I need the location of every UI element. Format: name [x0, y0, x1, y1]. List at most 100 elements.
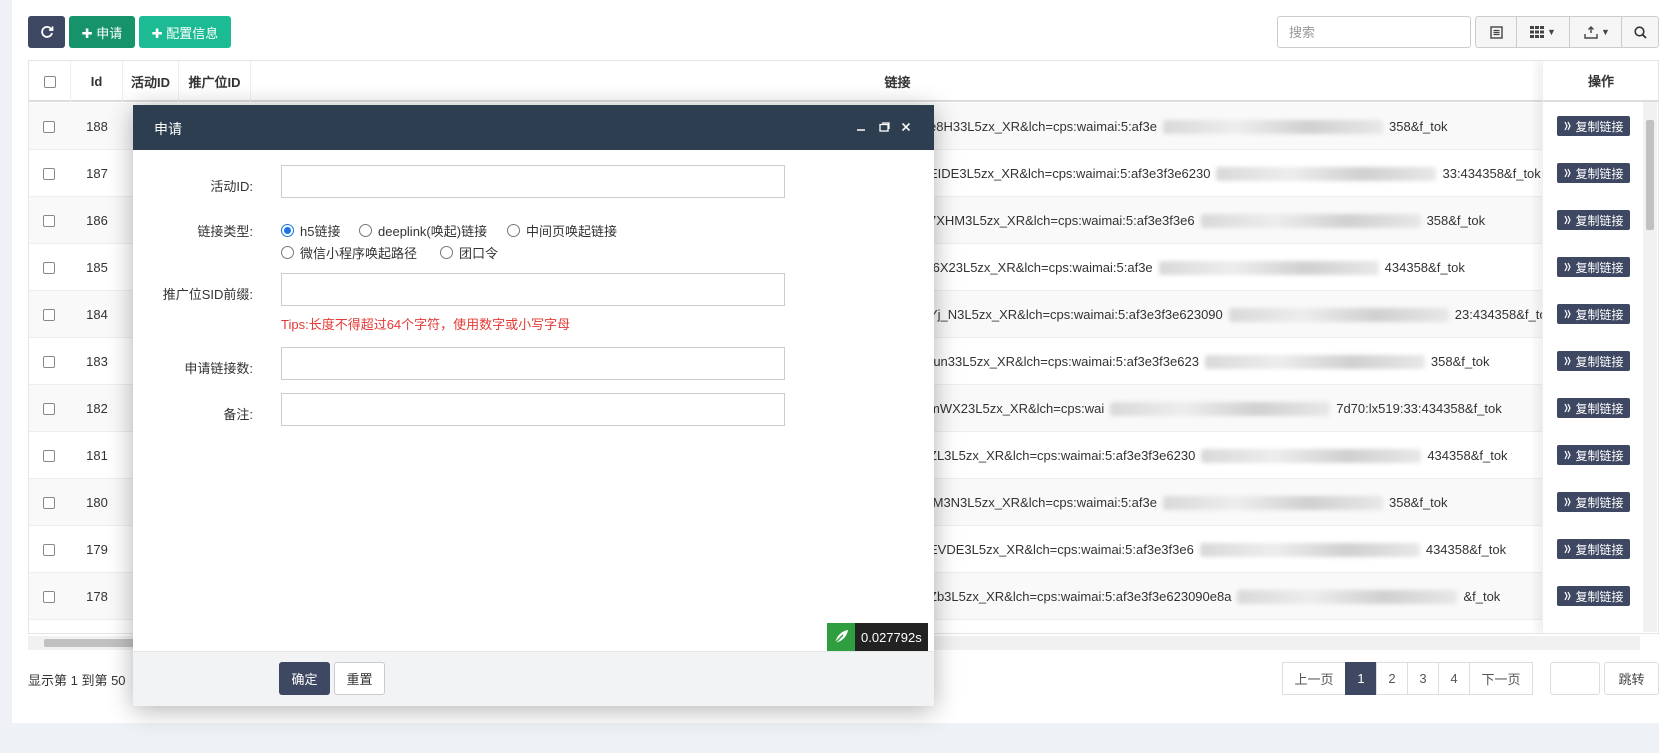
- col-id[interactable]: Id: [71, 61, 123, 102]
- row-checkbox[interactable]: [43, 449, 55, 462]
- search-input[interactable]: [1277, 16, 1471, 48]
- copy-link-button[interactable]: 复制链接: [1557, 398, 1630, 418]
- copy-icon: [1564, 168, 1572, 178]
- jump-page-input[interactable]: [1550, 662, 1600, 695]
- page-button[interactable]: 2: [1376, 662, 1408, 695]
- row-checkbox[interactable]: [43, 167, 55, 180]
- page-button[interactable]: 1: [1345, 662, 1377, 695]
- row-checkbox[interactable]: [43, 402, 55, 415]
- row-checkbox[interactable]: [43, 590, 55, 603]
- copy-icon: [1564, 450, 1572, 460]
- copy-link-button[interactable]: 复制链接: [1557, 116, 1630, 136]
- link-count-input[interactable]: [281, 347, 785, 380]
- grid-icon: [1530, 26, 1545, 38]
- row-link: Zb3L5zx_XR&lch=cps:waimai:5:af3e3f3e6230…: [929, 589, 1501, 604]
- table-tools: ▼ ▼: [1475, 16, 1625, 48]
- ops-column: 操作 复制链接 复制链接 复制链接 复制链接 复制链接 复制链接 复制链接 复制链接 复制链接复…: [1542, 61, 1658, 633]
- pagination: 上一页 1 2 3 4 下一页: [1282, 662, 1533, 695]
- radio-wechat-miniprogram[interactable]: 微信小程序唤起路径: [281, 243, 417, 262]
- copy-icon: [1564, 591, 1572, 601]
- row-id: 178: [86, 589, 108, 604]
- minimize-icon[interactable]: [852, 118, 870, 136]
- copy-icon: [1564, 309, 1572, 319]
- select-all-cell: [29, 61, 71, 102]
- page-button[interactable]: 上一页: [1282, 662, 1346, 695]
- page-button[interactable]: 4: [1438, 662, 1470, 695]
- row-link: Yj_N3L5zx_XR&lch=cps:waimai:5:af3e3f3e62…: [929, 307, 1554, 322]
- page-button[interactable]: 3: [1407, 662, 1439, 695]
- remark-label: 备注:: [223, 407, 253, 422]
- row-id: 187: [86, 166, 108, 181]
- copy-link-button[interactable]: 复制链接: [1557, 351, 1630, 371]
- dialog-title: 申请: [154, 121, 182, 137]
- sid-tips: Tips:长度不得超过64个字符，使用数字或小写字母: [281, 317, 571, 332]
- link-type-label: 链接类型:: [197, 224, 253, 239]
- dialog-footer: 确定 重置: [133, 651, 934, 706]
- list-view-icon: [1489, 25, 1503, 39]
- redacted-text: [1110, 401, 1331, 416]
- confirm-button[interactable]: 确定: [279, 662, 330, 695]
- apply-button[interactable]: ✚ 申请: [69, 16, 135, 48]
- row-checkbox[interactable]: [43, 496, 55, 509]
- redacted-text: [1162, 495, 1383, 510]
- page-button[interactable]: 下一页: [1469, 662, 1533, 695]
- redacted-text: [1204, 354, 1425, 369]
- row-checkbox[interactable]: [43, 543, 55, 556]
- row-checkbox-cell: [43, 573, 55, 620]
- row-checkbox[interactable]: [43, 308, 55, 321]
- col-activity-id[interactable]: 活动ID: [123, 61, 179, 102]
- remark-input[interactable]: [281, 393, 785, 426]
- row-checkbox-cell: [43, 526, 55, 573]
- close-icon[interactable]: [897, 118, 915, 136]
- copy-icon: [1564, 262, 1572, 272]
- row-id: 179: [86, 542, 108, 557]
- row-link: 7XHM3L5zx_XR&lch=cps:waimai:5:af3e3f3e6 3…: [929, 213, 1486, 228]
- jump-button[interactable]: 跳转: [1604, 662, 1659, 695]
- columns-button[interactable]: ▼: [1517, 16, 1570, 48]
- copy-link-button[interactable]: 复制链接: [1557, 163, 1630, 183]
- copy-link-button[interactable]: 复制链接: [1557, 257, 1630, 277]
- redacted-text: [1199, 542, 1420, 557]
- copy-link-button[interactable]: 复制链接: [1557, 586, 1630, 606]
- copy-link-button[interactable]: 复制链接: [1557, 304, 1630, 324]
- col-position-id[interactable]: 推广位ID: [179, 61, 251, 102]
- activity-id-input[interactable]: [281, 165, 785, 198]
- copy-link-button[interactable]: 复制链接: [1557, 492, 1630, 512]
- reset-button[interactable]: 重置: [334, 662, 385, 695]
- row-link: run33L5zx_XR&lch=cps:waimai:5:af3e3f3e62…: [929, 354, 1490, 369]
- row-link: t6X23L5zx_XR&lch=cps:waimai:5:af3e 434358…: [929, 260, 1465, 275]
- copy-link-button[interactable]: 复制链接: [1557, 445, 1630, 465]
- link-count-label: 申请链接数:: [184, 361, 253, 376]
- toggle-view-button[interactable]: [1475, 16, 1517, 48]
- copy-link-button[interactable]: 复制链接: [1557, 210, 1630, 230]
- config-info-button[interactable]: ✚ 配置信息: [139, 16, 231, 48]
- copy-icon: [1564, 544, 1572, 554]
- radio-middle-page[interactable]: 中间页唤起链接: [507, 221, 617, 240]
- vertical-scrollbar[interactable]: [1643, 102, 1657, 632]
- redacted-text: [1216, 166, 1437, 181]
- row-checkbox[interactable]: [43, 355, 55, 368]
- sid-prefix-input[interactable]: [281, 273, 785, 306]
- refresh-button[interactable]: [28, 16, 65, 48]
- radio-deeplink[interactable]: deeplink(唤起)链接: [359, 221, 487, 240]
- radio-h5[interactable]: h5链接: [281, 221, 340, 240]
- caret-down-icon: ▼: [1547, 27, 1556, 37]
- select-all-checkbox[interactable]: [43, 75, 56, 88]
- row-link: EVDE3L5zx_XR&lch=cps:waimai:5:af3e3f3e6 4…: [929, 542, 1507, 557]
- row-checkbox[interactable]: [43, 261, 55, 274]
- export-button[interactable]: ▼: [1570, 16, 1625, 48]
- row-checkbox[interactable]: [43, 120, 55, 133]
- copy-icon: [1564, 497, 1572, 507]
- row-checkbox-cell: [43, 291, 55, 338]
- search-button[interactable]: [1621, 16, 1659, 48]
- copy-icon: [1564, 403, 1572, 413]
- radio-group-code[interactable]: 团口令: [440, 243, 498, 262]
- row-checkbox[interactable]: [43, 214, 55, 227]
- row-checkbox-cell: [43, 338, 55, 385]
- row-id: 181: [86, 448, 108, 463]
- maximize-icon[interactable]: [875, 118, 893, 136]
- timer-value: 0.027792s: [855, 623, 928, 651]
- col-link[interactable]: 链接: [251, 61, 1544, 102]
- leaf-logo-icon: [827, 623, 855, 651]
- copy-link-button[interactable]: 复制链接: [1557, 539, 1630, 559]
